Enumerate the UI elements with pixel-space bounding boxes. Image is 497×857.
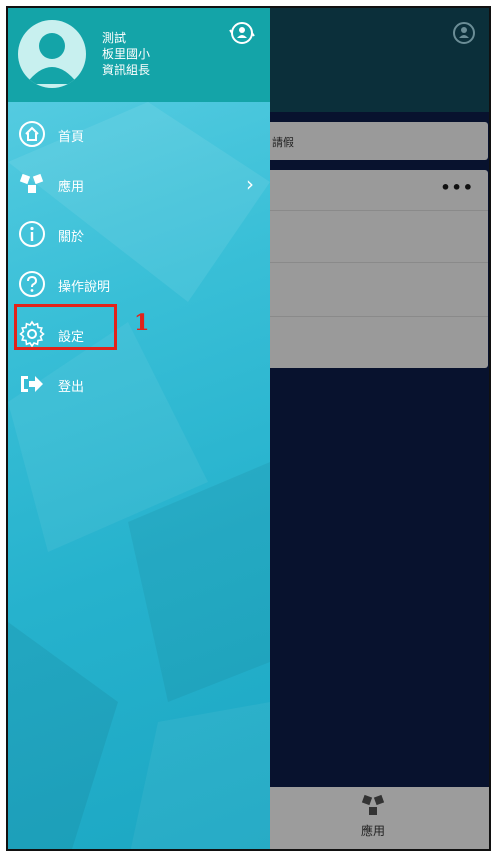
drawer-header: 測試 板里國小 資訊組長 <box>8 8 270 102</box>
user-name: 測試 <box>102 31 127 45</box>
menu-item-about[interactable]: 關於 <box>8 212 270 256</box>
menu-item-help[interactable]: 操作說明 <box>8 262 270 306</box>
logout-icon <box>18 370 46 398</box>
step-number: 1 <box>134 310 150 336</box>
tab-apps[interactable]: 應用 <box>338 793 408 839</box>
avatar[interactable] <box>18 20 86 88</box>
settings-highlight-box <box>14 304 117 350</box>
more-icon[interactable]: ••• <box>440 178 474 197</box>
user-school: 板里國小 <box>102 47 151 61</box>
menu-item-home[interactable]: 首頁 <box>8 112 270 156</box>
apps-icon <box>361 794 385 815</box>
menu-item-label: 關於 <box>58 230 85 245</box>
app-screen: 請假 ••• 應用 測試 板里國小 資訊組長 首頁 應用 › 關於 操作說明 設… <box>6 6 491 851</box>
sync-icon[interactable] <box>229 20 255 50</box>
menu-item-apps[interactable]: 應用 › <box>8 162 270 206</box>
help-icon <box>18 270 46 298</box>
user-role: 資訊組長 <box>102 63 151 77</box>
menu-item-label: 應用 <box>58 180 85 195</box>
menu-item-label: 操作說明 <box>58 280 111 295</box>
leave-card-text: 請假 <box>272 136 294 149</box>
user-icon <box>26 33 78 84</box>
menu-item-label: 首頁 <box>58 130 85 145</box>
user-info: 測試 板里國小 資訊組長 <box>102 30 150 78</box>
menu-item-logout[interactable]: 登出 <box>8 362 270 406</box>
info-icon <box>18 220 46 248</box>
navigation-drawer: 測試 板里國小 資訊組長 首頁 應用 › 關於 操作說明 設定 登出 <box>8 8 270 849</box>
tab-apps-label: 應用 <box>360 824 385 838</box>
chevron-right-icon: › <box>246 172 254 196</box>
menu-item-label: 登出 <box>58 380 85 395</box>
sync-icon[interactable] <box>451 20 477 50</box>
home-icon <box>18 120 46 148</box>
apps-icon <box>18 170 46 198</box>
